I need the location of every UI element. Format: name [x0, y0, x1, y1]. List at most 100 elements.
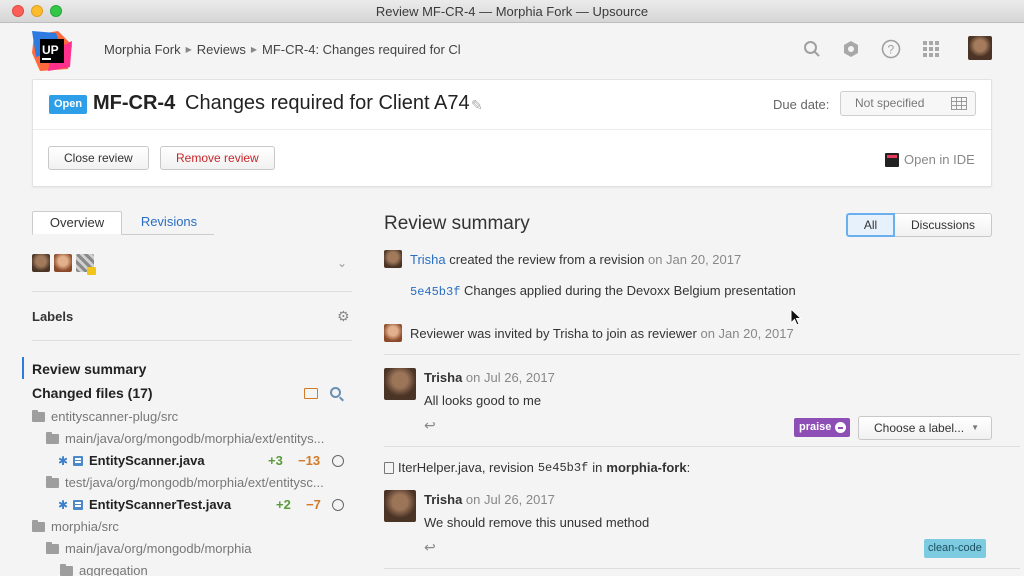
- lock-icon: [87, 267, 96, 275]
- review-header-card: Open MF-CR-4 Changes required for Client…: [32, 79, 992, 187]
- divider: [384, 354, 1020, 355]
- event-avatar: [384, 324, 402, 342]
- chevron-down-icon[interactable]: ⌄: [337, 256, 347, 270]
- labels-title: Labels: [32, 309, 74, 324]
- app-body: UP Morphia Fork ▶ Reviews ▶ MF-CR-4: Cha…: [0, 23, 1024, 576]
- tree-file-label: EntityScanner.java: [89, 453, 205, 468]
- tree-folder-label: main/java/org/mongodb/morphia: [65, 541, 252, 556]
- gear-icon[interactable]: ⚙: [337, 308, 350, 325]
- unread-circle-icon[interactable]: [332, 455, 344, 467]
- user-avatar[interactable]: [968, 36, 992, 60]
- comment-body: We should remove this unused method: [424, 515, 650, 530]
- open-in-ide-label: Open in IDE: [904, 152, 975, 167]
- lines-added: +3: [268, 453, 283, 468]
- participant-avatar[interactable]: [32, 254, 50, 272]
- breadcrumb-project[interactable]: Morphia Fork: [104, 42, 181, 57]
- java-file-icon: [72, 499, 84, 511]
- java-file-icon: [72, 455, 84, 467]
- tree-file[interactable]: ✱ EntityScanner.java: [58, 453, 205, 468]
- event-text: Reviewer was invited by Trisha to join a…: [410, 326, 697, 341]
- tree-file[interactable]: ✱ EntityScannerTest.java: [58, 497, 231, 512]
- divider: [384, 446, 1020, 447]
- mouse-cursor-icon: [790, 308, 802, 326]
- nav-changed-files[interactable]: Changed files (17): [32, 385, 153, 401]
- ide-icon: [885, 152, 899, 167]
- filter-all-button[interactable]: All: [846, 213, 895, 237]
- folder-view-icon[interactable]: [304, 388, 318, 399]
- tab-overview[interactable]: Overview: [32, 211, 122, 235]
- file-ref-name[interactable]: IterHelper.java, revision: [398, 460, 534, 475]
- upsource-logo[interactable]: UP: [32, 31, 72, 71]
- folder-icon: [46, 541, 59, 554]
- folder-icon: [46, 475, 59, 488]
- revision-message: Changes applied during the Devoxx Belgiu…: [464, 283, 796, 298]
- event-date: on Jan 20, 2017: [700, 326, 794, 341]
- settings-icon[interactable]: [840, 38, 862, 60]
- tree-folder-label: aggregation: [79, 563, 148, 576]
- tree-folder[interactable]: entityscanner-plug/src: [32, 409, 178, 424]
- event-revision: 5e45b3f Changes applied during the Devox…: [410, 283, 796, 299]
- comment-body: All looks good to me: [424, 393, 542, 408]
- participants: [32, 254, 96, 275]
- tree-folder[interactable]: morphia/src: [32, 519, 119, 534]
- file-ref-repo[interactable]: morphia-fork: [606, 460, 686, 475]
- folder-icon: [46, 431, 59, 444]
- close-review-button[interactable]: Close review: [48, 146, 149, 170]
- lines-removed: −13: [298, 453, 321, 468]
- filter-discussions-button[interactable]: Discussions: [895, 213, 992, 237]
- unread-circle-icon[interactable]: [332, 499, 344, 511]
- revision-hash-link[interactable]: 5e45b3f: [410, 285, 460, 299]
- folder-icon: [32, 409, 45, 422]
- divider: [32, 291, 352, 292]
- dropdown-caret-icon: ▼: [971, 423, 979, 432]
- window-titlebar: Review MF-CR-4 — Morphia Fork — Upsource: [0, 0, 1024, 23]
- remove-review-button[interactable]: Remove review: [160, 146, 275, 170]
- comment-avatar: [384, 368, 416, 400]
- divider: [32, 340, 352, 341]
- help-icon[interactable]: ?: [880, 38, 902, 60]
- review-title: Changes required for Client A74: [185, 92, 470, 114]
- tree-folder[interactable]: main/java/org/mongodb/morphia/ext/entity…: [46, 431, 324, 446]
- tree-folder[interactable]: test/java/org/mongodb/morphia/ext/entity…: [46, 475, 324, 490]
- participant-avatar[interactable]: [76, 254, 96, 275]
- reply-icon[interactable]: ↩: [424, 417, 436, 434]
- file-ref-in: in: [592, 460, 603, 475]
- file-ref-hash[interactable]: 5e45b3f: [538, 461, 588, 475]
- modified-icon: ✱: [58, 453, 69, 468]
- svg-text:?: ?: [888, 43, 895, 57]
- nav-active-indicator: [22, 357, 24, 379]
- edit-title-pencil-icon[interactable]: ✎: [471, 97, 483, 114]
- file-icon: [384, 461, 394, 474]
- search-icon[interactable]: [801, 38, 823, 60]
- participant-avatar[interactable]: [54, 254, 72, 272]
- comment-author[interactable]: Trisha: [424, 370, 462, 385]
- event-author-link[interactable]: Trisha: [410, 252, 446, 267]
- discussion-file-ref: IterHelper.java, revision 5e45b3f in mor…: [384, 460, 690, 475]
- apps-grid-icon[interactable]: [920, 38, 942, 60]
- window-title: Review MF-CR-4 — Morphia Fork — Upsource: [375, 4, 649, 19]
- comment-date: on Jul 26, 2017: [465, 370, 555, 385]
- nav-review-summary[interactable]: Review summary: [32, 361, 146, 377]
- clean-code-label-badge[interactable]: clean-code: [924, 539, 986, 558]
- event-created: Trisha created the review from a revisio…: [410, 252, 741, 267]
- file-ref-suffix: :: [686, 460, 691, 475]
- reply-icon[interactable]: ↩: [424, 539, 436, 556]
- tree-folder[interactable]: aggregation: [60, 563, 148, 576]
- tree-folder-label: morphia/src: [51, 519, 119, 534]
- tree-folder-label: test/java/org/mongodb/morphia/ext/entity…: [65, 475, 324, 490]
- open-in-ide-link[interactable]: Open in IDE: [885, 152, 975, 167]
- breadcrumb-reviews[interactable]: Reviews: [197, 42, 246, 57]
- calendar-icon: [951, 97, 967, 110]
- breadcrumb: Morphia Fork ▶ Reviews ▶ MF-CR-4: Change…: [104, 42, 461, 57]
- tab-revisions[interactable]: Revisions: [124, 211, 214, 235]
- tree-folder[interactable]: main/java/org/mongodb/morphia: [46, 541, 251, 556]
- comment-author[interactable]: Trisha: [424, 492, 462, 507]
- choose-label-dropdown[interactable]: Choose a label... ▼: [858, 416, 992, 440]
- due-date-label: Due date:: [773, 97, 830, 112]
- tree-folder-label: entityscanner-plug/src: [51, 409, 179, 424]
- lines-removed: −7: [306, 497, 321, 512]
- search-files-icon[interactable]: [330, 387, 341, 398]
- comment-header: Trisha on Jul 26, 2017: [424, 492, 555, 507]
- remove-label-icon[interactable]: [835, 422, 847, 433]
- due-date-field[interactable]: Not specified: [840, 91, 976, 116]
